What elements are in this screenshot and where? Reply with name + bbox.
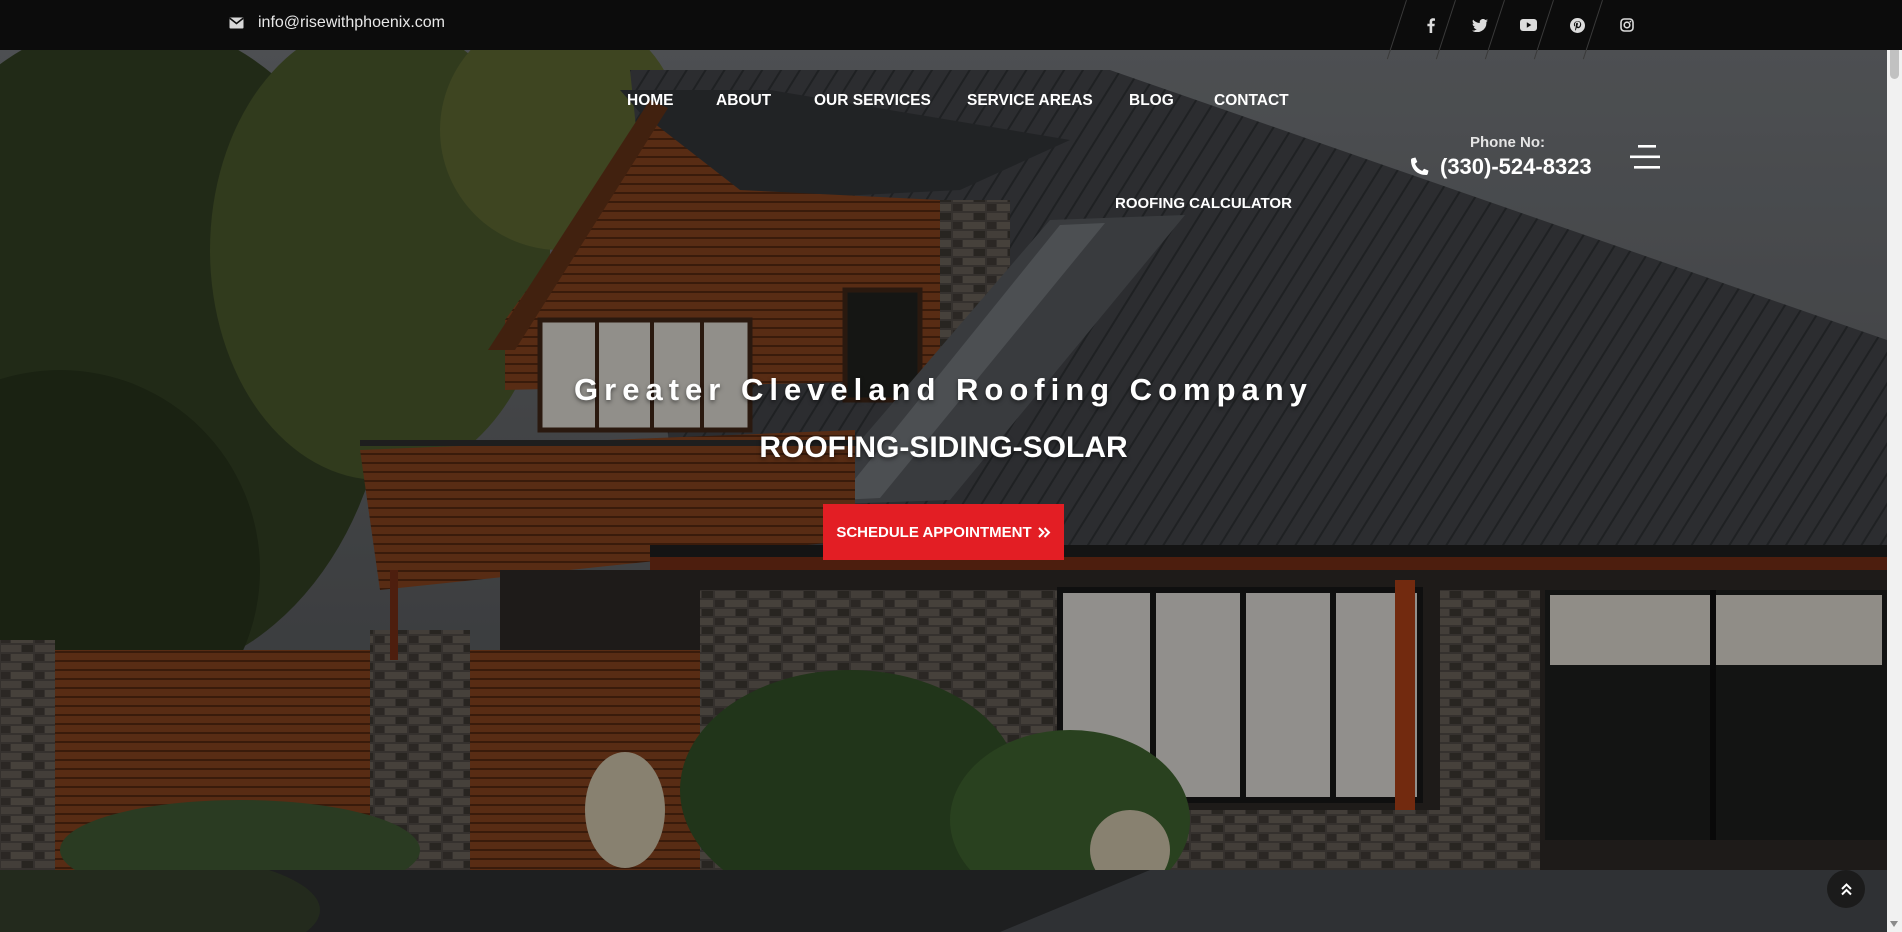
cta-label: SCHEDULE APPOINTMENT — [836, 523, 1032, 541]
nav-blog[interactable]: BLOG — [1129, 92, 1174, 110]
phone-icon — [1411, 157, 1429, 175]
page-scrollbar[interactable] — [1887, 0, 1902, 932]
nav-service-areas[interactable]: SERVICE AREAS — [967, 92, 1093, 110]
schedule-appointment-button[interactable]: SCHEDULE APPOINTMENT — [823, 504, 1064, 560]
next-section-photo — [0, 870, 1887, 932]
nav-our-services[interactable]: OUR SERVICES — [814, 92, 931, 110]
youtube-icon — [1520, 19, 1537, 31]
pinterest-icon — [1570, 17, 1585, 33]
double-chevron-right-icon — [1037, 526, 1051, 538]
phone-number: (330)-524-8323 — [1440, 154, 1592, 179]
facebook-icon — [1426, 17, 1435, 33]
hero-section: HOME ABOUT OUR SERVICES SERVICE AREAS BL… — [0, 50, 1887, 870]
double-chevron-up-icon — [1840, 882, 1852, 895]
instagram-link[interactable] — [1582, 0, 1651, 60]
nav-home[interactable]: HOME — [627, 92, 674, 110]
back-to-top-button[interactable] — [1827, 870, 1865, 908]
nav-roofing-calculator[interactable]: ROOFING CALCULATOR — [1115, 195, 1292, 212]
email-text: info@risewithphoenix.com — [258, 14, 445, 31]
envelope-icon — [229, 17, 244, 29]
twitter-icon — [1471, 18, 1488, 32]
phone-label: Phone No: — [1470, 134, 1545, 151]
nav-about[interactable]: ABOUT — [716, 92, 771, 110]
menu-hamburger-icon[interactable] — [1630, 144, 1660, 170]
social-links — [1386, 0, 1651, 60]
nav-contact[interactable]: CONTACT — [1214, 92, 1289, 110]
next-section-preview — [0, 870, 1887, 932]
hero-tagline: Greater Cleveland Roofing Company — [574, 372, 1313, 407]
top-bar: info@risewithphoenix.com — [0, 0, 1902, 60]
hero-subline: ROOFING-SIDING-SOLAR — [759, 431, 1128, 464]
instagram-icon — [1619, 18, 1634, 32]
email-link[interactable]: info@risewithphoenix.com — [229, 14, 445, 32]
scroll-down-arrow[interactable] — [1890, 921, 1898, 927]
